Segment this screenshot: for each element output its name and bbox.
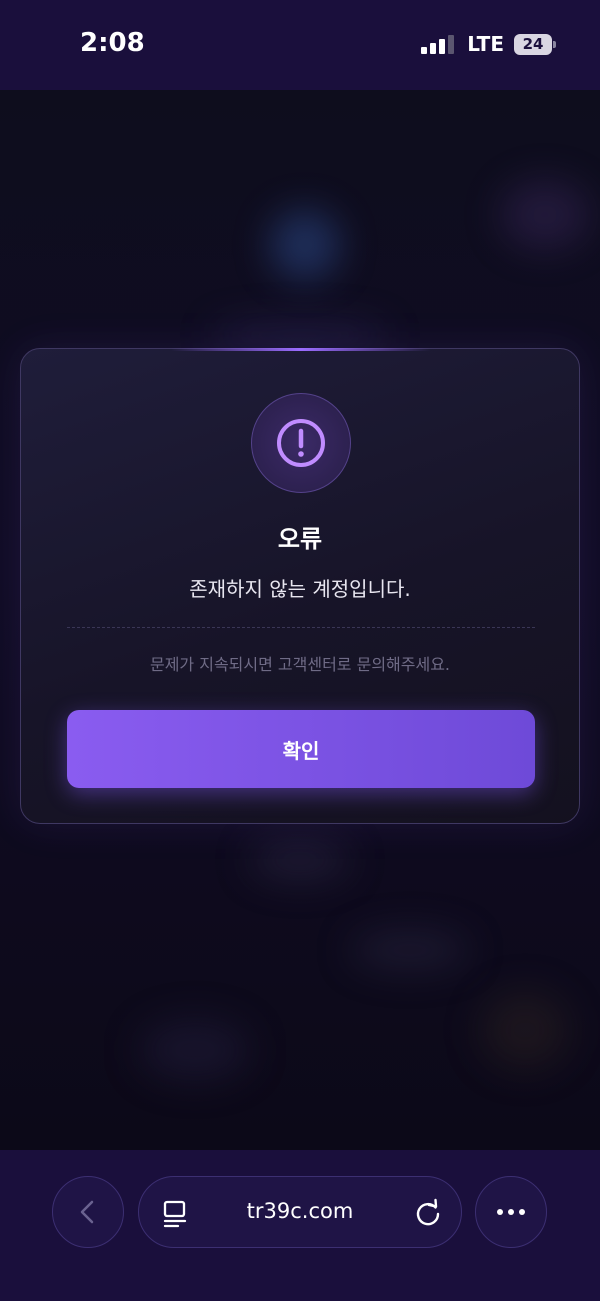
dialog-message: 존재하지 않는 계정입니다.: [189, 577, 411, 601]
dialog-hint: 문제가 지속되시면 고객센터로 문의해주세요.: [149, 655, 451, 674]
status-indicators: LTE 24: [421, 32, 556, 56]
network-label: LTE: [467, 32, 504, 56]
reload-icon[interactable]: [413, 1198, 443, 1228]
more-dots-icon: [497, 1209, 525, 1215]
dialog-title: 오류: [277, 525, 323, 553]
address-bar[interactable]: tr39c.com: [138, 1176, 462, 1248]
chevron-left-icon: [80, 1200, 94, 1224]
error-dialog: 오류 존재하지 않는 계정입니다. 문제가 지속되시면 고객센터로 문의해주세요…: [20, 348, 580, 824]
screen: 2:08 LTE 24 오류 존재하지 않는 계정입니다. 문제가 지속되시면 …: [0, 0, 600, 1301]
dialog-top-glow: [171, 348, 431, 351]
browser-toolbar: tr39c.com: [0, 1150, 600, 1301]
more-button[interactable]: [475, 1176, 547, 1248]
status-bar: 2:08 LTE 24: [0, 0, 600, 90]
confirm-button[interactable]: 확인: [67, 710, 535, 788]
back-button[interactable]: [52, 1176, 124, 1248]
status-time: 2:08: [80, 28, 145, 58]
dialog-divider: [67, 627, 535, 628]
battery-icon: 24: [514, 33, 556, 55]
signal-icon: [421, 34, 457, 54]
exclamation-circle-icon: [251, 393, 351, 493]
battery-level: 24: [522, 35, 544, 53]
